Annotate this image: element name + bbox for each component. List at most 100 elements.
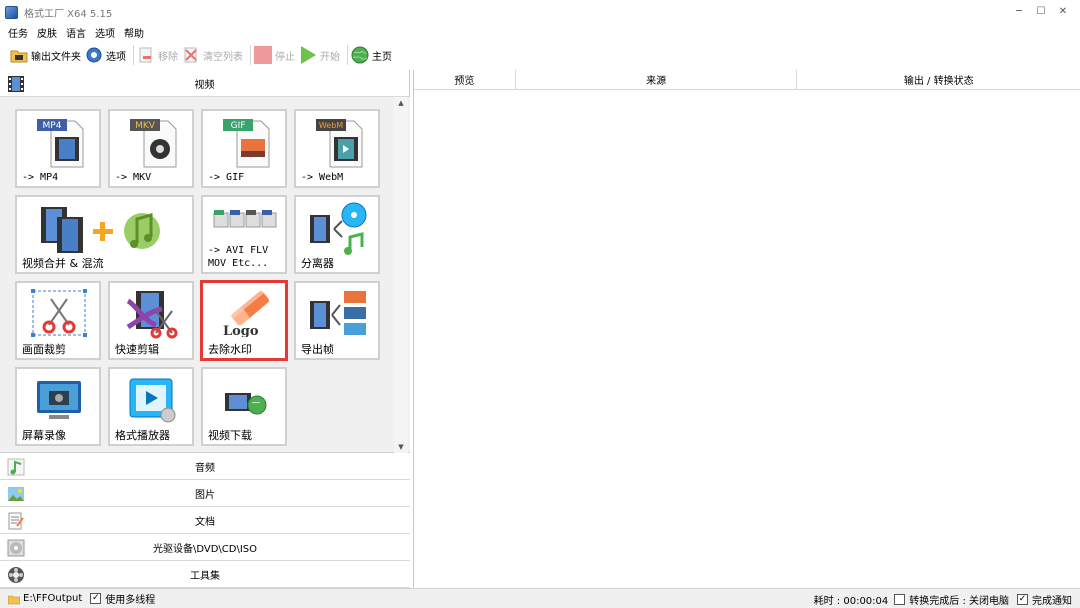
notify-checkbox[interactable]: ✓: [1017, 594, 1028, 605]
gear-icon: [86, 47, 102, 63]
category-video[interactable]: 视频: [0, 70, 409, 97]
notify-label: 完成通知: [1032, 596, 1072, 607]
clear-list-button[interactable]: 清空列表: [182, 43, 243, 67]
document-icon: [8, 512, 24, 530]
tile-label: 视频下载: [208, 429, 252, 442]
mp4-badge: MP4: [43, 121, 62, 131]
menu-task[interactable]: 任务: [8, 25, 28, 40]
category-audio[interactable]: 音频: [0, 453, 410, 480]
tile-label: 去除水印: [208, 343, 252, 356]
eraser-icon: Logo: [223, 290, 269, 337]
tile-label: -> AVI FLV MOV Etc...: [208, 245, 269, 269]
screen-record-icon: [37, 381, 81, 419]
tile-separator[interactable]: 分离器: [294, 195, 380, 274]
tile-format-player[interactable]: 格式播放器: [108, 367, 194, 446]
window-title: 格式工厂 X64 5.15: [24, 8, 113, 20]
tile-screen-record[interactable]: 屏幕录像: [15, 367, 101, 446]
tile-remove-watermark[interactable]: Logo 去除水印: [200, 280, 288, 361]
multithread-label: 使用多线程: [105, 595, 156, 606]
webm-file-icon: WebM: [316, 119, 363, 168]
tile-label: 画面裁剪: [22, 343, 66, 356]
menu-language[interactable]: 语言: [66, 25, 86, 40]
category-document[interactable]: 文档: [0, 507, 410, 534]
after-done-label: 转换完成后 : 关闭电脑: [909, 596, 1009, 607]
tile-label: -> MKV: [115, 172, 152, 183]
elapsed-time: 耗时 : 00:00:04: [813, 596, 889, 607]
multithread-checkbox[interactable]: ✓: [90, 593, 102, 604]
mkv-file-icon: MKV: [130, 119, 177, 168]
tile-video-download[interactable]: 视频下载: [201, 367, 287, 446]
column-source[interactable]: 来源: [516, 70, 798, 89]
output-path[interactable]: E:\FFOutput: [23, 593, 82, 604]
stop-button[interactable]: 停止: [254, 43, 295, 67]
tile-to-mp4[interactable]: MP4 -> MP4: [15, 109, 101, 188]
tile-label: 屏幕录像: [22, 429, 66, 442]
scroll-up-arrow[interactable]: ▲: [394, 97, 408, 109]
export-frames-icon: [310, 291, 366, 335]
tile-label: 导出帧: [301, 343, 334, 356]
download-icon: [225, 393, 267, 415]
options-button[interactable]: 选项: [85, 43, 126, 67]
after-done-checkbox[interactable]: [894, 594, 906, 605]
column-preview[interactable]: 预览: [414, 70, 516, 89]
grid-scrollbar[interactable]: ▲ ▼: [394, 97, 408, 453]
tile-label: 视频合并 & 混流: [22, 257, 104, 270]
scroll-down-arrow[interactable]: ▼: [394, 441, 408, 453]
app-icon: [5, 5, 18, 19]
remove-icon: [139, 47, 152, 63]
task-list-header: 预览 来源 输出 / 转换状态: [414, 70, 1080, 90]
tile-to-mkv[interactable]: MKV -> MKV: [108, 109, 194, 188]
menu-bar: 任务 皮肤 语言 选项 帮助: [0, 24, 153, 40]
mkv-badge: MKV: [135, 121, 156, 131]
crop-icon: [31, 289, 87, 337]
menu-help[interactable]: 帮助: [124, 25, 144, 40]
multi-format-icon: [213, 210, 277, 228]
tile-label: -> GIF: [208, 172, 245, 183]
menu-options[interactable]: 选项: [95, 25, 115, 40]
picture-icon: [8, 487, 24, 501]
gif-badge: GIF: [231, 121, 246, 131]
play-icon: [301, 46, 316, 64]
clear-icon: [184, 47, 197, 63]
start-button[interactable]: 开始: [299, 43, 340, 67]
tile-to-avi-flv-mov[interactable]: -> AVI FLV MOV Etc...: [201, 195, 287, 274]
globe-icon: [351, 46, 369, 64]
category-tools[interactable]: 工具集: [0, 561, 410, 588]
tile-crop[interactable]: 画面裁剪: [15, 281, 101, 360]
maximize-button[interactable]: ☐: [1030, 3, 1052, 19]
gif-file-icon: GIF: [223, 119, 270, 168]
category-panel: 视频 MP4 -> MP4 MKV -> MKV GIF -> GIF WebM…: [0, 70, 410, 588]
mp4-file-icon: MP4: [37, 119, 84, 168]
video-tools-grid: MP4 -> MP4 MKV -> MKV GIF -> GIF WebM ->…: [0, 97, 410, 453]
home-button[interactable]: 主页: [351, 43, 392, 67]
title-bar: 格式工厂 X64 5.15 ─ ☐ ✕: [0, 0, 1080, 24]
quick-cut-icon: [126, 291, 178, 339]
tile-to-webm[interactable]: WebM -> WebM: [294, 109, 380, 188]
category-disc[interactable]: 光驱设备\DVD\CD\ISO: [0, 534, 410, 561]
player-icon: [129, 378, 176, 423]
merge-icon: [41, 207, 160, 253]
logo-text: Logo: [223, 324, 259, 337]
minimize-button[interactable]: ─: [1008, 3, 1030, 19]
tile-label: 分离器: [301, 257, 334, 270]
toolbar-separator: [250, 45, 251, 65]
tile-quick-cut[interactable]: 快速剪辑: [108, 281, 194, 360]
tools-icon: [8, 567, 24, 583]
tile-to-gif[interactable]: GIF -> GIF: [201, 109, 287, 188]
close-button[interactable]: ✕: [1052, 3, 1074, 19]
tile-export-frames[interactable]: 导出帧: [294, 281, 380, 360]
menu-skin[interactable]: 皮肤: [37, 25, 57, 40]
output-folder-button[interactable]: 输出文件夹: [10, 43, 81, 67]
toolbar: 输出文件夹 选项 移除 清空列表 停止 开始 主页: [0, 42, 1080, 68]
remove-button[interactable]: 移除: [137, 43, 178, 67]
category-image[interactable]: 图片: [0, 480, 410, 507]
status-bar: E:\FFOutput ✓ 使用多线程 耗时 : 00:00:04 转换完成后 …: [0, 588, 1080, 608]
folder-icon: [8, 595, 20, 604]
column-output-status[interactable]: 输出 / 转换状态: [797, 70, 1080, 89]
tile-video-merge[interactable]: 视频合并 & 混流: [15, 195, 194, 274]
task-list: 预览 来源 输出 / 转换状态: [413, 70, 1080, 588]
toolbar-separator: [133, 45, 134, 65]
tile-label: 格式播放器: [115, 429, 170, 442]
tile-label: -> MP4: [22, 172, 59, 183]
webm-badge: WebM: [319, 121, 343, 130]
